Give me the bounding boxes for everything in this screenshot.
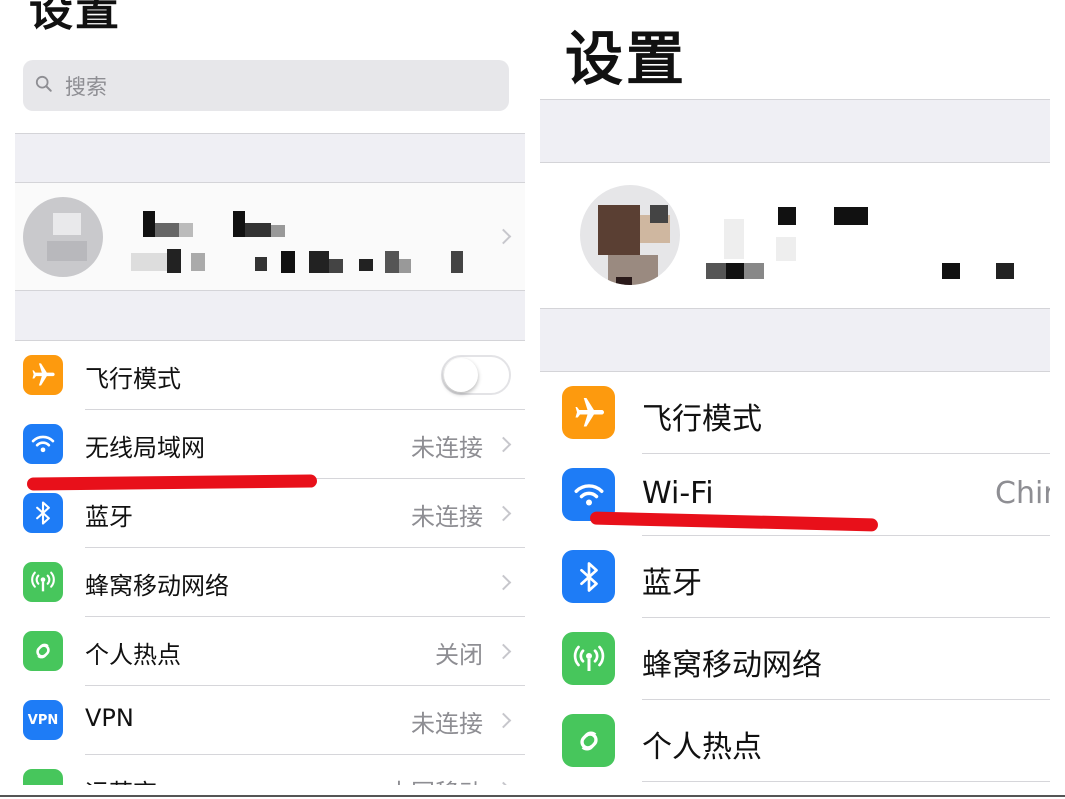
row-hotspot[interactable]: 个人热点 <box>540 700 1050 782</box>
search-bar[interactable]: 搜索 <box>23 60 509 111</box>
group-spacer <box>540 309 1050 371</box>
row-airplane-mode[interactable]: 飞行模式 <box>540 372 1050 454</box>
row-value: 中国移动 <box>387 773 483 785</box>
cellular-icon <box>23 562 63 602</box>
row-carrier[interactable]: 运营商 中国移动 <box>15 755 525 785</box>
left-settings-screen: 设置 搜索 飞行模式 无线局域网 未连接 蓝牙 未连接 蜂窝移动网络 个人热点 … <box>15 0 525 785</box>
cellular-icon <box>562 632 615 685</box>
row-label: 运营商 <box>85 773 157 785</box>
row-label: 飞行模式 <box>642 402 762 437</box>
bluetooth-icon <box>562 550 615 603</box>
chevron-right-icon <box>495 643 512 660</box>
row-label: VPN <box>85 704 134 732</box>
row-bluetooth[interactable]: 蓝牙 <box>540 536 1050 618</box>
frame-bottom-border <box>0 795 1065 797</box>
row-label: 个人热点 <box>642 730 762 765</box>
row-wlan[interactable]: 无线局域网 未连接 <box>15 410 525 479</box>
avatar <box>580 185 680 285</box>
chevron-right-icon <box>495 781 512 785</box>
row-vpn[interactable]: VPN VPN 未连接 <box>15 686 525 755</box>
hotspot-icon <box>562 714 615 767</box>
row-value: 关闭 <box>435 641 483 669</box>
chevron-right-icon <box>495 505 512 522</box>
group-spacer <box>15 291 525 340</box>
row-hotspot[interactable]: 个人热点 关闭 <box>15 617 525 686</box>
airplane-icon <box>23 355 63 395</box>
row-label: 飞行模式 <box>85 365 181 393</box>
airplane-icon <box>562 386 615 439</box>
row-airplane-mode: 飞行模式 <box>15 341 525 410</box>
carrier-icon <box>23 769 63 785</box>
row-label: 无线局域网 <box>85 434 205 462</box>
search-placeholder: 搜索 <box>65 75 107 99</box>
bluetooth-icon <box>23 493 63 533</box>
divider <box>642 781 1050 782</box>
right-settings-screen: 设置 飞行模式 Wi-Fi Chir 蓝牙 蜂窝移动网络 个人热点 <box>540 0 1050 785</box>
page-title: 设置 <box>29 0 121 36</box>
wifi-icon <box>23 424 63 464</box>
row-label: 蜂窝移动网络 <box>642 648 822 683</box>
apple-id-profile[interactable] <box>15 183 525 290</box>
chevron-right-icon <box>495 228 512 245</box>
toggle-knob <box>444 358 478 392</box>
row-value: Chir <box>995 476 1050 511</box>
airplane-mode-toggle[interactable] <box>441 355 511 395</box>
avatar <box>23 197 103 277</box>
chevron-right-icon <box>495 574 512 591</box>
vpn-icon-text: VPN <box>27 712 59 728</box>
apple-id-profile[interactable] <box>540 163 1050 308</box>
row-label: Wi-Fi <box>642 476 714 511</box>
row-label: 蓝牙 <box>642 566 702 601</box>
row-label: 蜂窝移动网络 <box>85 572 229 600</box>
group-spacer <box>540 100 1050 162</box>
row-value: 未连接 <box>411 503 483 531</box>
search-icon <box>35 75 52 92</box>
page-title: 设置 <box>565 25 688 93</box>
hotspot-icon <box>23 631 63 671</box>
row-cellular[interactable]: 蜂窝移动网络 <box>540 618 1050 700</box>
row-value: 未连接 <box>411 434 483 462</box>
row-value: 未连接 <box>411 710 483 738</box>
row-cellular[interactable]: 蜂窝移动网络 <box>15 548 525 617</box>
chevron-right-icon <box>495 712 512 729</box>
chevron-right-icon <box>495 436 512 453</box>
vpn-icon: VPN <box>23 700 63 740</box>
group-spacer <box>15 134 525 182</box>
row-label: 个人热点 <box>85 641 181 669</box>
row-label: 蓝牙 <box>85 503 133 531</box>
